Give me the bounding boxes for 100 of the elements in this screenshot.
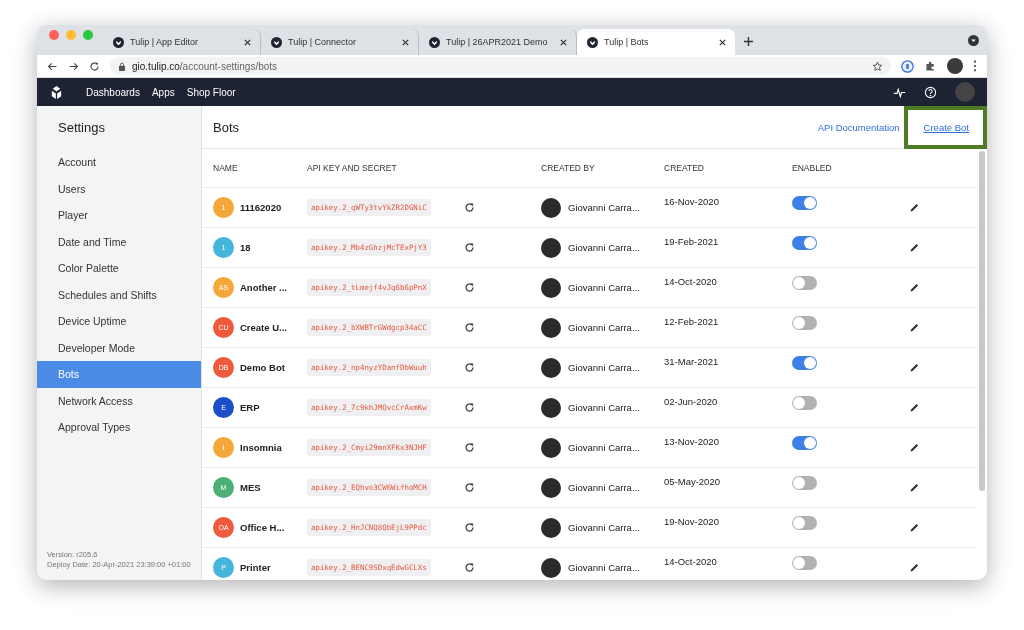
sidebar-item[interactable]: Schedules and Shifts: [37, 281, 201, 308]
created-date: 19-Nov-2020: [664, 516, 719, 527]
back-icon[interactable]: [47, 60, 58, 72]
forward-icon[interactable]: [68, 60, 79, 72]
column-header: CREATED BY: [541, 163, 596, 173]
enabled-toggle[interactable]: [792, 436, 817, 450]
enabled-toggle[interactable]: [792, 276, 817, 290]
sidebar-item[interactable]: Color Palette: [37, 255, 201, 282]
creator-name: Giovanni Carra...: [568, 362, 640, 373]
sidebar-item[interactable]: Date and Time: [37, 228, 201, 255]
enabled-toggle[interactable]: [792, 556, 817, 570]
user-avatar: [541, 397, 561, 418]
column-header: ENABLED: [792, 163, 833, 173]
created-date: 31-Mar-2021: [664, 356, 719, 367]
edit-pencil-icon[interactable]: [909, 442, 920, 453]
tulip-favicon-icon: [587, 36, 598, 48]
scrollbar[interactable]: [979, 151, 985, 491]
creator-name: Giovanni Carra...: [568, 442, 640, 453]
edit-pencil-icon[interactable]: [909, 362, 920, 373]
user-avatar: [541, 437, 561, 458]
enabled-toggle[interactable]: [792, 356, 817, 370]
page-title: Bots: [213, 119, 239, 135]
edit-pencil-icon[interactable]: [909, 522, 920, 533]
nav-link[interactable]: Shop Floor: [186, 86, 236, 98]
activity-icon[interactable]: [893, 85, 906, 99]
sidebar-item[interactable]: Users: [37, 175, 201, 202]
refresh-icon[interactable]: [464, 562, 475, 573]
creator-name: Giovanni Carra...: [568, 282, 640, 293]
enabled-toggle[interactable]: [792, 196, 817, 210]
sidebar-item[interactable]: Player: [37, 202, 201, 229]
close-icon[interactable]: [718, 37, 727, 47]
column-header: CREATED: [664, 163, 705, 173]
bot-name: Office H...: [240, 522, 285, 533]
creator-name: Giovanni Carra...: [568, 402, 640, 413]
created-date: 05-May-2020: [664, 476, 720, 487]
profile-avatar[interactable]: [947, 58, 963, 74]
creator-name: Giovanni Carra...: [568, 562, 640, 573]
sidebar-item[interactable]: Approval Types: [37, 414, 201, 441]
help-icon[interactable]: [924, 85, 937, 99]
enabled-toggle[interactable]: [792, 396, 817, 410]
bot-name: Another ...: [240, 282, 287, 293]
enabled-toggle[interactable]: [792, 516, 817, 530]
refresh-icon[interactable]: [464, 322, 475, 333]
browser-tab[interactable]: Tulip | App Editor: [103, 29, 261, 55]
nav-link[interactable]: Apps: [151, 86, 175, 98]
refresh-icon[interactable]: [464, 522, 475, 533]
sidebar-item[interactable]: Account: [37, 149, 201, 176]
more-icon[interactable]: [973, 60, 977, 72]
sidebar-item[interactable]: Device Uptime: [37, 308, 201, 335]
column-header: API KEY AND SECRET: [307, 163, 398, 173]
creator-name: Giovanni Carra...: [568, 202, 640, 213]
close-icon[interactable]: [559, 37, 568, 47]
created-date: 19-Feb-2021: [664, 236, 719, 247]
reload-icon[interactable]: [89, 60, 100, 72]
tab-search-icon[interactable]: [968, 34, 979, 46]
refresh-icon[interactable]: [464, 202, 475, 213]
tulip-logo-icon[interactable]: [49, 84, 64, 100]
refresh-icon[interactable]: [464, 402, 475, 413]
new-tab-icon[interactable]: [743, 36, 754, 47]
nav-link[interactable]: Dashboards: [86, 86, 140, 98]
tulip-favicon-icon: [271, 36, 282, 48]
bot-name: Printer: [240, 562, 271, 573]
creator-name: Giovanni Carra...: [568, 322, 640, 333]
refresh-icon[interactable]: [464, 482, 475, 493]
created-date: 14-Oct-2020: [664, 276, 717, 287]
bookmark-star-icon[interactable]: [872, 60, 883, 72]
enabled-toggle[interactable]: [792, 316, 817, 330]
edit-pencil-icon[interactable]: [909, 202, 920, 213]
enabled-toggle[interactable]: [792, 236, 817, 250]
user-avatar: [541, 517, 561, 538]
user-avatar: [541, 357, 561, 378]
user-avatar: [541, 197, 561, 218]
enabled-toggle[interactable]: [792, 476, 817, 490]
extension-icon[interactable]: [901, 59, 914, 73]
created-date: 12-Feb-2021: [664, 316, 719, 327]
refresh-icon[interactable]: [464, 242, 475, 253]
edit-pencil-icon[interactable]: [909, 242, 920, 253]
puzzle-icon[interactable]: [924, 59, 937, 73]
creator-name: Giovanni Carra...: [568, 242, 640, 253]
edit-pencil-icon[interactable]: [909, 402, 920, 413]
edit-pencil-icon[interactable]: [909, 282, 920, 293]
api-documentation-link[interactable]: API Documentation: [817, 121, 900, 133]
close-icon[interactable]: [401, 37, 410, 47]
create-bot-link[interactable]: Create Bot: [903, 105, 987, 149]
user-avatar: [541, 317, 561, 338]
close-icon[interactable]: [243, 37, 252, 47]
sidebar-item[interactable]: Developer Mode: [37, 334, 201, 361]
edit-pencil-icon[interactable]: [909, 562, 920, 573]
refresh-icon[interactable]: [464, 282, 475, 293]
column-header: NAME: [213, 163, 239, 173]
bot-name: 18: [240, 242, 251, 253]
address-bar[interactable]: gio.tulip.co/account-settings/bots: [110, 57, 891, 75]
browser-tab[interactable]: Tulip | Connector: [261, 29, 419, 55]
sidebar-item[interactable]: Network Access: [37, 387, 201, 414]
created-date: 14-Oct-2020: [664, 556, 717, 567]
edit-pencil-icon[interactable]: [909, 322, 920, 333]
refresh-icon[interactable]: [464, 442, 475, 453]
edit-pencil-icon[interactable]: [909, 482, 920, 493]
browser-tab[interactable]: Tulip | Bots: [577, 29, 735, 55]
refresh-icon[interactable]: [464, 362, 475, 373]
